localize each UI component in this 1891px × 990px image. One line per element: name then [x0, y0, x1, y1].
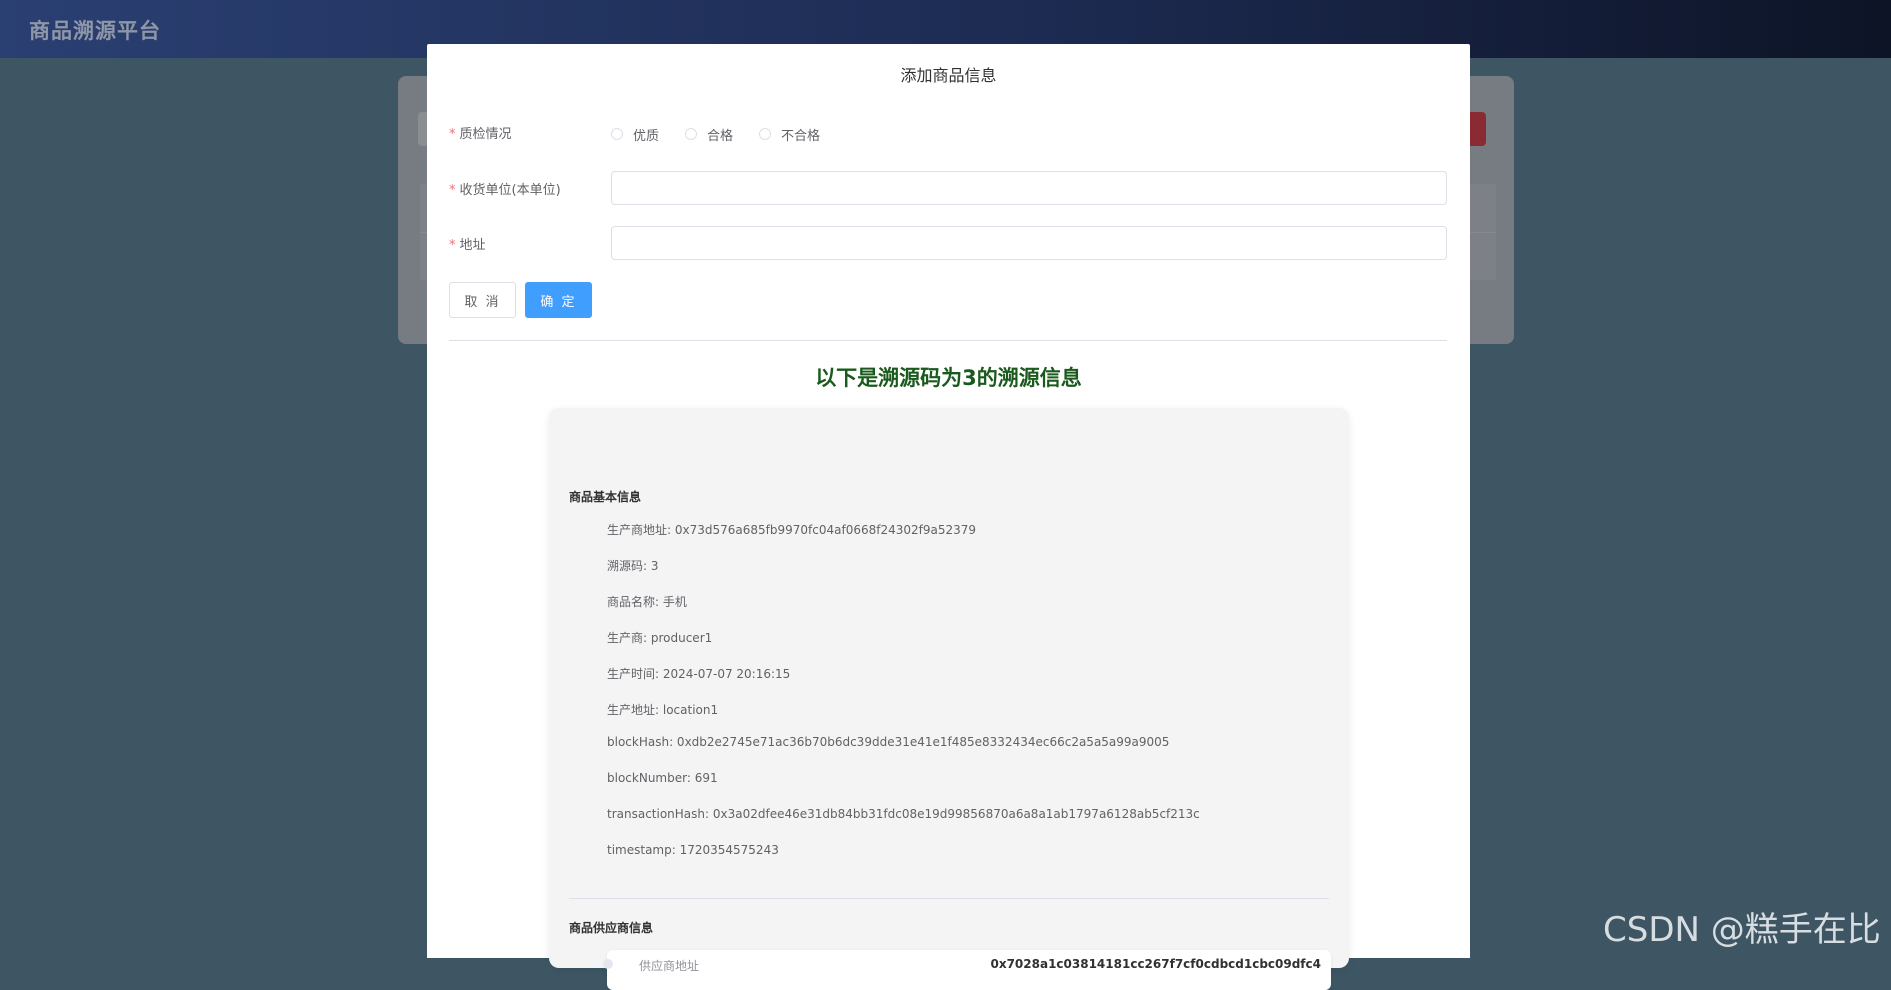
watermark: CSDN @糕手在比 — [1603, 910, 1881, 950]
info-producer-address: 生产商地址: 0x73d576a685fb9970fc04af0668f2430… — [607, 523, 977, 537]
info-production-time: 生产时间: 2024-07-07 20:16:15 — [607, 667, 791, 681]
info-trace-code: 溯源码: 3 — [607, 559, 659, 573]
supplier-info-title: 商品供应商信息 — [569, 921, 654, 935]
supplier-address-label: 供应商地址 — [639, 959, 700, 973]
supplier-address-value: 0x7028a1c03814181cc267f7cf0cdbcd1cbc09df… — [990, 957, 1321, 971]
radio-qualified-label: 合格 — [707, 128, 734, 144]
radio-unqualified-label: 不合格 — [781, 128, 821, 144]
info-block-number: blockNumber: 691 — [607, 771, 718, 785]
receiver-label: * 收货单位(本单位) — [449, 179, 561, 198]
radio-circle-icon[interactable] — [759, 128, 772, 140]
info-production-location: 生产地址: location1 — [607, 703, 719, 717]
address-label: * 地址 — [449, 234, 486, 253]
timeline-dot-icon — [603, 959, 613, 969]
required-mark: * — [449, 183, 456, 198]
add-product-dialog: 添加商品信息 * 质检情况 优质 合格 不合格 * 收货单位(本单位) * 地址 取 … — [427, 44, 1470, 990]
info-producer: 生产商: producer1 — [607, 631, 713, 645]
radio-unqualified[interactable]: 不合格 — [759, 125, 820, 144]
receiver-label-text: 收货单位(本单位) — [459, 183, 561, 198]
confirm-button[interactable]: 确 定 — [525, 282, 592, 318]
card-divider — [569, 898, 1329, 899]
info-block-hash: blockHash: 0xdb2e2745e71ac36b70b6dc39dde… — [607, 735, 1170, 749]
address-label-text: 地址 — [459, 238, 486, 253]
receiver-input[interactable] — [611, 171, 1447, 205]
supplier-address-row: 供应商地址 0x7028a1c03814181cc267f7cf0cdbcd1c… — [603, 950, 1331, 990]
radio-excellent[interactable]: 优质 — [611, 125, 659, 144]
quality-label: * 质检情况 — [449, 123, 512, 142]
radio-excellent-label: 优质 — [633, 128, 660, 144]
trace-info-card: 商品基本信息 生产商地址: 0x73d576a685fb9970fc04af06… — [549, 408, 1349, 990]
radio-qualified[interactable]: 合格 — [685, 125, 733, 144]
basic-info-title: 商品基本信息 — [569, 490, 642, 504]
quality-label-text: 质检情况 — [459, 127, 512, 142]
address-input[interactable] — [611, 226, 1447, 260]
radio-circle-icon[interactable] — [685, 128, 698, 140]
radio-circle-icon[interactable] — [611, 128, 623, 140]
dialog-divider — [449, 340, 1447, 341]
quality-radio-group: 优质 合格 不合格 — [611, 124, 846, 144]
dialog-title: 添加商品信息 — [900, 66, 997, 85]
app-title: 商品溯源平台 — [29, 19, 161, 43]
info-product-name: 商品名称: 手机 — [607, 595, 687, 609]
cancel-button[interactable]: 取 消 — [449, 282, 516, 318]
info-transaction-hash: transactionHash: 0x3a02dfee46e31db84bb31… — [607, 807, 1200, 821]
trace-heading: 以下是溯源码为3的溯源信息 — [815, 366, 1082, 390]
required-mark: * — [449, 127, 456, 142]
info-timestamp: timestamp: 1720354575243 — [607, 843, 779, 857]
required-mark: * — [449, 238, 456, 253]
